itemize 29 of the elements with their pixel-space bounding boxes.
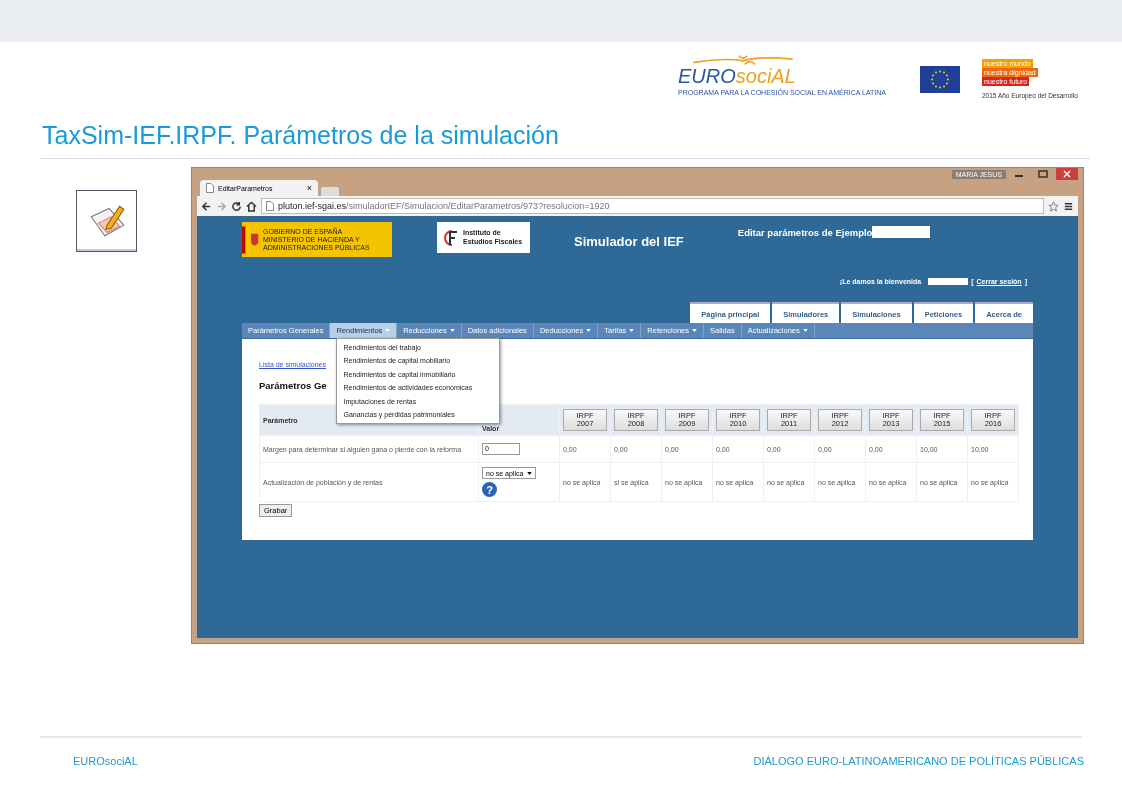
page-icon bbox=[266, 201, 274, 211]
caret-icon bbox=[385, 329, 391, 332]
caret-icon bbox=[629, 329, 635, 332]
menu-icon[interactable] bbox=[1063, 200, 1074, 212]
back-icon[interactable] bbox=[201, 200, 212, 212]
footer-text: EUROsociAL bbox=[73, 755, 138, 769]
page-heading: Editar parámetros de Ejemplo bbox=[737, 226, 873, 238]
reload-icon[interactable] bbox=[231, 200, 242, 212]
redaction-mark bbox=[872, 226, 931, 238]
home-icon[interactable] bbox=[246, 200, 257, 212]
caret-icon bbox=[449, 329, 455, 332]
caret-icon bbox=[692, 329, 698, 332]
close-icon[interactable] bbox=[1056, 168, 1078, 180]
logo-wordmark: sociAL bbox=[735, 65, 796, 87]
slide-title: TaxSim-IEF.IRPF. Parámetros de la simulación bbox=[41, 120, 560, 151]
close-tab-button[interactable]: × bbox=[306, 183, 312, 193]
caret-icon bbox=[527, 471, 533, 475]
caret-icon bbox=[586, 329, 592, 332]
footer-text: DIÁLOGO EURO-LATINOAMERICANO DE POLÍTICAS PÚBLICAS bbox=[753, 755, 1084, 769]
caret-icon bbox=[802, 329, 808, 332]
star-icon[interactable] bbox=[1048, 200, 1059, 212]
address-field[interactable]: pluton.ief-sgai.es/simuladorIEF/Simulacion/EditarParametros/973?resolucion=1920 bbox=[261, 198, 1044, 214]
help-button[interactable]: ? bbox=[482, 482, 497, 497]
redaction-mark bbox=[928, 277, 969, 285]
app-title: Simulador del IEF bbox=[574, 234, 684, 249]
logo-wordmark: EURO bbox=[678, 65, 736, 87]
section-heading: Parámetros Ge bbox=[259, 380, 327, 391]
eu-flag-icon bbox=[920, 66, 960, 93]
page-icon bbox=[206, 183, 214, 193]
